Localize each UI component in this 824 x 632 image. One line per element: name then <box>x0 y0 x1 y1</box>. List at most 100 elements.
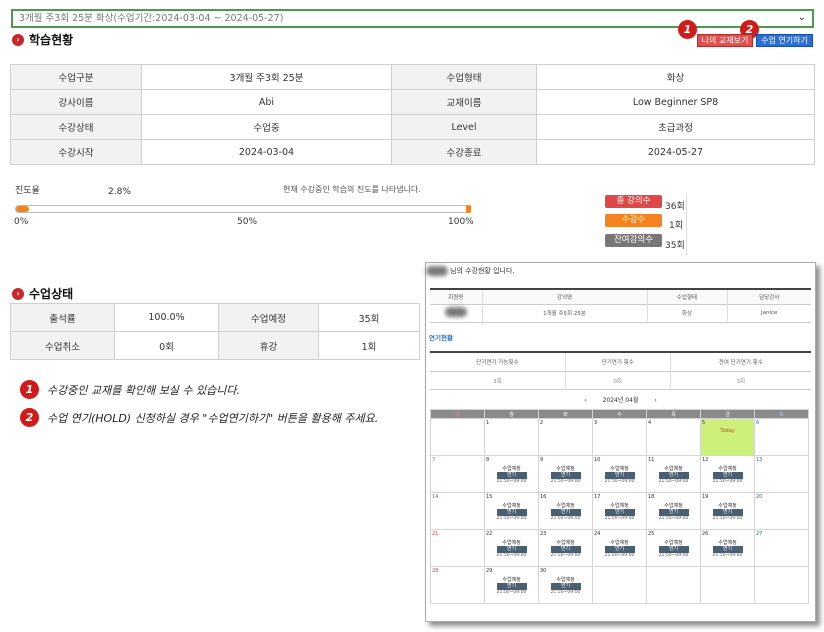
cell-label: Level <box>391 114 537 140</box>
table-row: 출석률 100.0% 수업예정 35회 <box>10 303 420 332</box>
postpone-button[interactable]: 연기 <box>658 509 689 516</box>
cell-value: Abi <box>141 89 392 115</box>
day-number: 6 <box>756 420 760 426</box>
header-cell: 잔여 단기연기 횟수 <box>718 359 763 366</box>
calendar-month-nav: ‹ 2024년 04월 › <box>426 395 815 404</box>
class-time: 21:50~09:00 <box>712 516 743 521</box>
total-lectures-value: 36회 <box>665 202 685 212</box>
day-number: 8 <box>486 457 490 463</box>
cell-value: 2024-05-27 <box>536 139 815 165</box>
day-number: 2 <box>540 420 544 426</box>
postpone-button[interactable]: 연기 <box>712 472 743 479</box>
learning-status-title: 학습현황 <box>29 33 74 47</box>
postpone-button[interactable]: 연기 <box>550 472 581 479</box>
calendar-day-2: 2 <box>538 418 593 456</box>
enrollment-status-preview: 님의 수강현황 입니다. 회원명 강의명 수업형태 담당강사 1개월 주5회 2… <box>425 262 816 622</box>
calendar-empty-cell <box>430 418 485 456</box>
postpone-button[interactable]: 연기 <box>658 546 689 553</box>
class-slot: 수업예정 연기 21:50~09:00 <box>648 540 699 559</box>
class-time: 21:50~09:00 <box>496 516 527 521</box>
postpone-button[interactable]: 연기 <box>604 509 635 516</box>
next-month-icon[interactable]: › <box>654 397 656 404</box>
class-time: 21:50~09:00 <box>658 479 689 484</box>
calendar-day-25: 25 수업예정 연기 21:50~09:00 <box>646 529 701 567</box>
day-number: 4 <box>648 420 652 426</box>
day-number: 3 <box>594 420 598 426</box>
day-number: 29 <box>486 568 493 574</box>
class-time: 21:50~09:00 <box>550 553 581 558</box>
calendar: 일월화수목금토 1 2 3 4 5 Today 6 7 8 수업예정 연기 21:50~09:00 9 수… <box>430 409 815 604</box>
day-number: 18 <box>648 494 655 500</box>
postpone-button[interactable]: 연기 <box>712 509 743 516</box>
postpone-class-button[interactable]: 수업 연기하기 <box>756 34 813 47</box>
remaining-lectures-value: 35회 <box>665 241 685 251</box>
day-number: 10 <box>594 457 601 463</box>
cell-value: 2024-03-04 <box>141 139 392 165</box>
day-number: 28 <box>432 568 439 574</box>
class-time: 21:50~09:00 <box>550 590 581 595</box>
day-number: 22 <box>486 531 493 537</box>
remaining-lectures-badge: 잔여강의수 <box>605 234 662 247</box>
calendar-day-24: 24 수업예정 연기 21:50~09:00 <box>592 529 647 567</box>
postpone-button[interactable]: 연기 <box>550 546 581 553</box>
calendar-day-21: 21 <box>430 529 485 567</box>
weekday-6: 토 <box>754 409 809 419</box>
total-lectures-badge: 총 강의수 <box>605 195 662 208</box>
class-slot: 수업예정 연기 21:50~09:00 <box>540 577 591 596</box>
table-row: 강사이름 Abi 교재이름 Low Beginner SP8 <box>10 89 815 115</box>
progress-value: 2.8% <box>108 187 131 197</box>
postpone-button[interactable]: 연기 <box>496 472 527 479</box>
postpone-button[interactable]: 연기 <box>496 583 527 590</box>
class-status-heading: › 수업상태 <box>12 285 73 302</box>
postpone-button[interactable]: 연기 <box>712 546 743 553</box>
prev-month-icon[interactable]: ‹ <box>584 397 586 404</box>
class-time: 21:50~09:00 <box>604 516 635 521</box>
calendar-day-1: 1 <box>484 418 539 456</box>
day-number: 5 <box>702 420 706 426</box>
note-2: 2 수업 연기(HOLD) 신청하실 경우 "수업연기하기" 버튼을 활용해 주… <box>20 408 378 427</box>
header-cell: 단기연기 가능횟수 <box>430 352 566 372</box>
chevron-down-icon[interactable]: ⌄ <box>798 12 806 24</box>
day-number: 1 <box>486 420 490 426</box>
hold-status-title: 연기현황 <box>429 333 453 342</box>
postpone-button[interactable]: 연기 <box>550 509 581 516</box>
cell-value: 3개월 주3회 25분 <box>141 64 392 90</box>
header-cell: 회원명 <box>430 290 483 304</box>
cell-label: 수업예정 <box>218 303 319 332</box>
table-row: 수강상태 수업중 Level 초급과정 <box>10 114 815 140</box>
postpone-button[interactable]: 연기 <box>658 472 689 479</box>
calendar-day-12: 12 수업예정 연기 21:50~09:00 <box>700 455 755 493</box>
attended-lectures-value: 1회 <box>669 221 684 231</box>
blurred-name <box>444 307 467 317</box>
postpone-button[interactable]: 연기 <box>496 509 527 516</box>
progress-bar <box>15 205 471 213</box>
note-1: 1 수강중인 교재를 확인해 보실 수 있습니다. <box>20 380 240 399</box>
postpone-button[interactable]: 연기 <box>604 472 635 479</box>
postpone-button[interactable]: 연기 <box>496 546 527 553</box>
weekday-4: 목 <box>646 409 701 419</box>
table-row: 수강시작 2024-03-04 수강종료 2024-05-27 <box>10 139 815 165</box>
day-number: 21 <box>432 531 439 537</box>
view-textbook-button[interactable]: 나의 교재보기 <box>697 34 753 47</box>
cell-value: 3회 <box>736 378 746 385</box>
postpone-button[interactable]: 연기 <box>604 546 635 553</box>
calendar-day-17: 17 수업예정 연기 21:50~09:00 <box>592 492 647 530</box>
weekday-2: 화 <box>538 409 593 419</box>
calendar-day-23: 23 수업예정 연기 21:50~09:00 <box>538 529 593 567</box>
calendar-day-10: 10 수업예정 연기 21:50~09:00 <box>592 455 647 493</box>
class-slot: 수업예정 연기 21:50~09:00 <box>648 466 699 485</box>
learning-info-table: 수업구분 3개월 주3회 25분 수업형태 화상 강사이름 Abi 교재이름 L… <box>10 64 815 165</box>
calendar-empty-cell <box>646 566 701 604</box>
calendar-empty-cell <box>754 566 809 604</box>
calendar-day-15: 15 수업예정 연기 21:50~09:00 <box>484 492 539 530</box>
day-number: 15 <box>486 494 493 500</box>
calendar-month: 2024년 04월 <box>602 397 639 404</box>
class-time: 21:50~09:00 <box>550 516 581 521</box>
postpone-button[interactable]: 연기 <box>550 583 581 590</box>
calendar-day-13: 13 <box>754 455 809 493</box>
marker-1: 1 <box>678 20 697 39</box>
cell-value: 35회 <box>318 303 420 332</box>
calendar-day-3: 3 <box>592 418 647 456</box>
calendar-day-5: 5 Today <box>700 418 755 456</box>
progress-tick-0: 0% <box>14 217 29 227</box>
